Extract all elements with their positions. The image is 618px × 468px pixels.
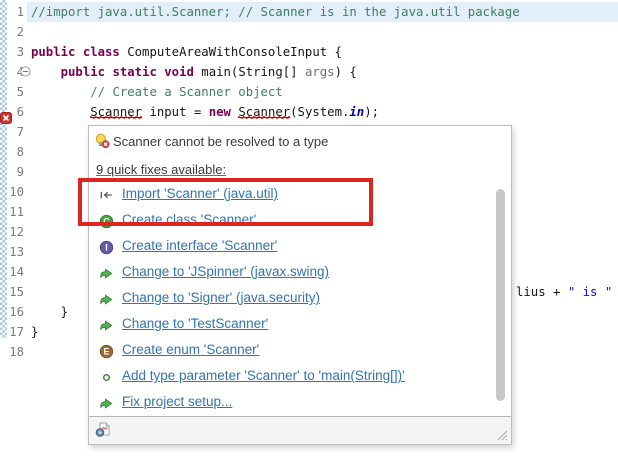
- code-token: }: [31, 305, 68, 319]
- quick-fix-item[interactable]: E Create enum 'Scanner': [89, 339, 511, 365]
- svg-text:C: C: [103, 217, 110, 227]
- code-line-4[interactable]: 4 public static void main(String[] args)…: [0, 62, 618, 82]
- code-token: Scanner: [238, 105, 290, 119]
- code-token: " is ": [568, 285, 612, 299]
- interface-icon: I: [99, 240, 115, 256]
- code-line-3[interactable]: 3 public class ComputeAreaWithConsoleInpu…: [0, 42, 618, 62]
- code-token: main(String[]: [201, 65, 305, 79]
- line-number[interactable]: 18: [0, 342, 24, 362]
- code-token: [31, 65, 61, 79]
- quick-fix-item[interactable]: C Create class 'Scanner': [89, 209, 511, 235]
- change-icon: [99, 318, 115, 334]
- quick-fix-item[interactable]: Change to 'JSpinner' (javax.swing): [89, 261, 511, 287]
- quick-fix-link[interactable]: Import 'Scanner' (java.util): [122, 186, 278, 201]
- code-token: );: [364, 105, 379, 119]
- line-number[interactable]: 5: [0, 82, 24, 102]
- line-number[interactable]: 14: [0, 262, 24, 282]
- code-line-1[interactable]: 1 //import java.util.Scanner; // Scanner …: [0, 2, 618, 22]
- line-number[interactable]: 1: [0, 2, 24, 22]
- line-number[interactable]: 13: [0, 242, 24, 262]
- line-number[interactable]: 8: [0, 142, 24, 162]
- import-icon: [99, 188, 115, 204]
- resize-grip[interactable]: [495, 428, 508, 441]
- quick-fix-link[interactable]: Create interface 'Scanner': [122, 238, 277, 253]
- popup-subtitle: 9 quick fixes available:: [96, 162, 226, 177]
- line-number[interactable]: 15: [0, 282, 24, 302]
- change-icon: [99, 266, 115, 282]
- error-bulb-icon: [94, 133, 110, 149]
- popup-title: Scanner cannot be resolved to a type: [113, 134, 328, 149]
- code-token: public class: [31, 45, 127, 59]
- quick-fix-link[interactable]: Create enum 'Scanner': [122, 342, 259, 357]
- line-number[interactable]: 10: [0, 182, 24, 202]
- code-text: Scanner input = new Scanner(System.in);: [31, 102, 379, 122]
- code-token: +: [612, 285, 618, 299]
- line-number[interactable]: 17: [0, 322, 24, 342]
- quick-fix-popup: Scanner cannot be resolved to a type 9 q…: [88, 125, 512, 445]
- svg-text:I: I: [105, 243, 107, 253]
- code-token: args: [305, 65, 335, 79]
- eclipse-editor: 1 //import java.util.Scanner; // Scanner …: [0, 0, 618, 468]
- code-text: public class ComputeAreaWithConsoleInput…: [31, 42, 342, 62]
- fold-collapse-icon[interactable]: [20, 66, 31, 77]
- code-line-6[interactable]: 6 Scanner input = new Scanner(System.in)…: [0, 102, 618, 122]
- quick-fix-link[interactable]: Create class 'Scanner': [122, 212, 256, 227]
- code-token: //import java.util.Scanner; // Scanner i…: [31, 5, 520, 19]
- code-token: // Create a Scanner object: [90, 85, 283, 99]
- enum-icon: E: [99, 344, 115, 360]
- code-token: new: [209, 105, 239, 119]
- code-token: public static void: [61, 65, 202, 79]
- popup-header: Scanner cannot be resolved to a type: [94, 132, 328, 150]
- code-text: }: [31, 302, 68, 322]
- code-token: in: [349, 105, 364, 119]
- line-number[interactable]: 16: [0, 302, 24, 322]
- line-number[interactable]: 2: [0, 22, 24, 42]
- code-line-5[interactable]: 5 // Create a Scanner object: [0, 82, 618, 102]
- error-marker-icon[interactable]: [0, 112, 12, 124]
- quick-fix-item[interactable]: Change to 'Signer' (java.security): [89, 287, 511, 313]
- code-text: public static void main(String[] args) {: [31, 62, 357, 82]
- code-token: ComputeAreaWithConsoleInput {: [127, 45, 342, 59]
- code-token: [31, 85, 90, 99]
- code-text: // Create a Scanner object: [31, 82, 283, 102]
- quick-fix-link[interactable]: Change to 'TestScanner': [122, 316, 268, 331]
- code-token: Scanner: [90, 105, 142, 119]
- line-number[interactable]: 3: [0, 42, 24, 62]
- svg-text:E: E: [104, 347, 110, 357]
- line-number[interactable]: 12: [0, 222, 24, 242]
- line-number[interactable]: 9: [0, 162, 24, 182]
- quick-fix-item[interactable]: Change to 'TestScanner': [89, 313, 511, 339]
- quick-fix-link[interactable]: Change to 'Signer' (java.security): [122, 290, 320, 305]
- line-number[interactable]: 7: [0, 122, 24, 142]
- quick-fix-link[interactable]: Fix project setup...: [122, 394, 232, 409]
- code-token: (System.: [290, 105, 349, 119]
- quick-fix-item[interactable]: Import 'Scanner' (java.util): [89, 183, 511, 209]
- code-line-15-fragment: lius + " is " +: [516, 282, 618, 302]
- code-line-2[interactable]: 2: [0, 22, 618, 42]
- code-token: input =: [142, 105, 209, 119]
- popup-scrollbar-thumb[interactable]: [496, 189, 505, 401]
- quick-fix-item[interactable]: I Create interface 'Scanner': [89, 235, 511, 261]
- code-token: lius +: [516, 285, 568, 299]
- code-token: }: [31, 325, 38, 339]
- change-icon: [99, 292, 115, 308]
- code-token: [31, 105, 90, 119]
- popup-status-bar: [89, 417, 511, 444]
- typeparam-icon: [99, 370, 115, 386]
- class-icon: C: [99, 214, 115, 230]
- change-icon: [99, 396, 115, 412]
- quick-fix-item[interactable]: Add type parameter 'Scanner' to 'main(St…: [89, 365, 511, 391]
- code-text: //import java.util.Scanner; // Scanner i…: [31, 2, 520, 22]
- quick-fix-link[interactable]: Add type parameter 'Scanner' to 'main(St…: [122, 368, 405, 383]
- code-text: }: [31, 322, 38, 342]
- line-number[interactable]: 11: [0, 202, 24, 222]
- annotation-preferences-icon[interactable]: [95, 421, 111, 437]
- code-token: ) {: [335, 65, 357, 79]
- quick-fix-list: Import 'Scanner' (java.util) C Create clas…: [89, 183, 511, 417]
- quick-fix-item[interactable]: Fix project setup...: [89, 391, 511, 417]
- quick-fix-link[interactable]: Change to 'JSpinner' (javax.swing): [122, 264, 329, 279]
